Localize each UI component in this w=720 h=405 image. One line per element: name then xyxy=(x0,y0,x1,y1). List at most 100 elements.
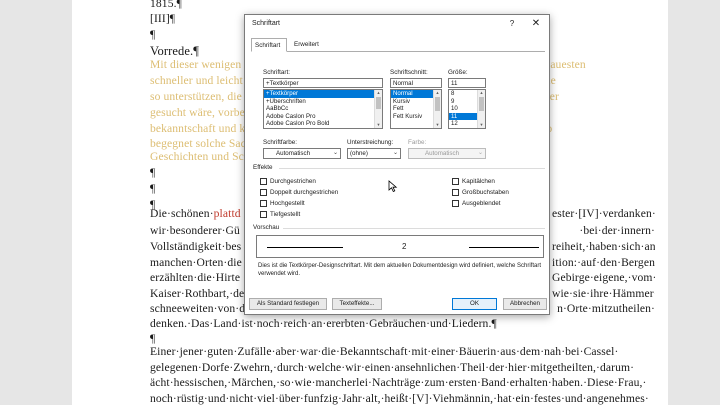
checkbox-label: Großbuchstaben xyxy=(462,188,509,196)
text-effects-button[interactable]: Texteffekte... xyxy=(332,298,382,310)
cancel-button[interactable]: Abbrechen xyxy=(503,298,547,310)
line-text: erzählten·die·Hirte xyxy=(150,271,241,284)
ok-button[interactable]: OK xyxy=(452,298,497,310)
document-margin-right xyxy=(668,0,720,405)
chevron-down-icon[interactable]: ⌄ xyxy=(391,149,400,158)
font-dialog: Schriftart ? ✕ Schriftart Erweitert Schr… xyxy=(244,14,550,315)
font-color-label: Schriftfarbe: xyxy=(263,139,297,146)
underline-select[interactable]: (ohne) ⌄ xyxy=(347,148,401,159)
style-list[interactable]: Normal Kursiv Fett Fett Kursiv ▲ ▼ xyxy=(390,89,442,129)
scroll-thumb[interactable] xyxy=(435,97,440,111)
line-text: noch·rüstig·und·nicht·viel·über·funfzig·… xyxy=(150,392,649,405)
font-list-item[interactable]: AaBbCc xyxy=(264,105,382,113)
style-list-scrollbar[interactable]: ▲ ▼ xyxy=(433,90,441,128)
line-text-right[interactable]: n·Orte·mitzutheilen· xyxy=(552,302,655,315)
checkbox-label: Durchgestrichen xyxy=(270,177,316,185)
size-list[interactable]: 8 9 10 11 12 ▲ ▼ xyxy=(448,89,486,129)
font-input[interactable]: +Textkörper xyxy=(263,78,383,88)
underline-color-select: Automatisch ⌄ xyxy=(408,148,486,159)
dialog-titlebar[interactable]: Schriftart ? ✕ xyxy=(245,15,549,33)
scroll-down-icon[interactable]: ▼ xyxy=(434,122,441,128)
font-label: Schriftart: xyxy=(263,69,290,76)
effects-group: Effekte Durchgestrichen Doppelt durchgest… xyxy=(253,164,545,222)
font-color-select[interactable]: Automatisch ⌄ xyxy=(263,148,341,159)
line-text: Die·schönen· xyxy=(150,207,214,220)
effect-checkbox[interactable]: Ausgeblendet xyxy=(452,199,501,207)
effect-checkbox[interactable]: Doppelt durchgestrichen xyxy=(260,188,338,196)
preview-baseline-right xyxy=(469,247,539,248)
chevron-down-icon[interactable]: ⌄ xyxy=(331,149,340,158)
font-list-scrollbar[interactable]: ▲ ▼ xyxy=(374,90,382,128)
line-text-right[interactable]: ester·[IV]·verdanken· xyxy=(552,207,655,220)
checkbox-box[interactable] xyxy=(260,177,267,185)
line-highlight-text: plattd xyxy=(213,207,241,220)
line-text-right[interactable]: ition:·auf·den·Bergen· xyxy=(552,256,655,269)
size-label: Größe: xyxy=(448,69,468,76)
scroll-down-icon[interactable]: ▼ xyxy=(478,122,485,128)
checkbox-label: Kapitälchen xyxy=(462,177,495,185)
scroll-up-icon[interactable]: ▲ xyxy=(434,90,441,96)
scroll-down-icon[interactable]: ▼ xyxy=(375,122,382,128)
font-list-item[interactable]: Adobe Caslon Pro xyxy=(264,113,382,121)
preview-box: 2 xyxy=(256,235,544,258)
document-line[interactable]: Einer·jener·guten·Zufälle·aber·war·die·B… xyxy=(150,345,655,358)
checkbox-box[interactable] xyxy=(452,188,459,196)
scroll-up-icon[interactable]: ▲ xyxy=(478,90,485,96)
mouse-cursor-icon xyxy=(388,180,398,192)
dialog-tabs: Schriftart Erweitert xyxy=(251,38,545,52)
scroll-up-icon[interactable]: ▲ xyxy=(375,90,382,96)
line-text-right[interactable]: ·bei·der·innern· xyxy=(552,224,655,237)
checkbox-box[interactable] xyxy=(452,199,459,207)
scroll-thumb[interactable] xyxy=(479,97,484,111)
font-list[interactable]: +Textkörper +Überschriften AaBbCc Adobe Cas… xyxy=(263,89,383,129)
underline-color-label: Farbe: xyxy=(408,139,427,146)
line-text: wir·besonderer·Gü xyxy=(150,224,240,237)
preview-baseline-left xyxy=(267,247,343,248)
chevron-down-icon: ⌄ xyxy=(477,150,484,156)
dialog-title: Schriftart xyxy=(252,20,281,27)
checkbox-box[interactable] xyxy=(452,177,459,185)
effects-title: Effekte xyxy=(253,164,273,171)
document-line[interactable]: denken.·Das·Land·ist·noch·reich·an·ererb… xyxy=(150,317,655,330)
size-input[interactable]: 11 xyxy=(448,78,486,88)
tab-font[interactable]: Schriftart xyxy=(251,38,287,52)
effect-checkbox[interactable]: Hochgestellt xyxy=(260,199,305,207)
document-line[interactable]: 1815.¶ xyxy=(150,0,655,10)
set-default-button[interactable]: Als Standard festlegen xyxy=(249,298,327,310)
document-line[interactable]: noch·rüstig·und·nicht·viel·über·funfzig·… xyxy=(150,392,655,405)
line-text: manchen·Orten·die xyxy=(150,256,242,269)
help-button[interactable]: ? xyxy=(507,19,517,29)
scroll-thumb[interactable] xyxy=(376,97,381,109)
font-list-item[interactable]: Adobe Caslon Pro Bold xyxy=(264,120,382,128)
line-text-right[interactable]: wie·sie·ihre·Hämmer· xyxy=(552,287,655,300)
line-text-right[interactable]: Gebirge·eigene,·vom· xyxy=(552,271,655,284)
effect-checkbox[interactable]: Tiefgestellt xyxy=(260,210,300,218)
effect-checkbox[interactable]: Durchgestrichen xyxy=(260,177,316,185)
font-list-item[interactable]: +Überschriften xyxy=(264,98,382,106)
underline-color-value: Automatisch xyxy=(425,150,460,157)
line-text-right[interactable]: reiheit,·haben·sich·an· xyxy=(552,240,655,253)
close-button[interactable]: ✕ xyxy=(530,18,542,30)
preview-title: Vorschau xyxy=(253,224,280,231)
document-line[interactable]: gelegenen·Dorfe·Zwehrn,·durch·welche·wir… xyxy=(150,361,655,374)
font-list-item[interactable]: +Textkörper xyxy=(264,90,382,98)
underline-value: (ohne) xyxy=(350,150,368,157)
line-text: ¶ xyxy=(150,332,156,345)
checkbox-box[interactable] xyxy=(260,188,267,196)
divider xyxy=(279,168,545,169)
checkbox-box[interactable] xyxy=(260,210,267,218)
document-line[interactable]: ¶ xyxy=(150,332,655,345)
underline-label: Unterstreichung: xyxy=(347,139,394,146)
style-input[interactable]: Normal xyxy=(390,78,442,88)
checkbox-label: Doppelt durchgestrichen xyxy=(270,188,339,196)
effect-checkbox[interactable]: Großbuchstaben xyxy=(452,188,509,196)
tab-advanced[interactable]: Erweitert xyxy=(291,38,327,52)
document-line[interactable]: ächt·hessischen,·Märchen,·so·wie·mancher… xyxy=(150,376,655,389)
checkbox-label: Hochgestellt xyxy=(270,199,305,207)
line-text: gelegenen·Dorfe·Zwehrn,·durch·welche·wir… xyxy=(150,361,635,374)
effect-checkbox[interactable]: Kapitälchen xyxy=(452,177,495,185)
line-text: Vollständigkeit·bes xyxy=(150,240,242,253)
checkbox-label: Ausgeblendet xyxy=(462,199,501,207)
size-list-scrollbar[interactable]: ▲ ▼ xyxy=(477,90,485,128)
checkbox-box[interactable] xyxy=(260,199,267,207)
